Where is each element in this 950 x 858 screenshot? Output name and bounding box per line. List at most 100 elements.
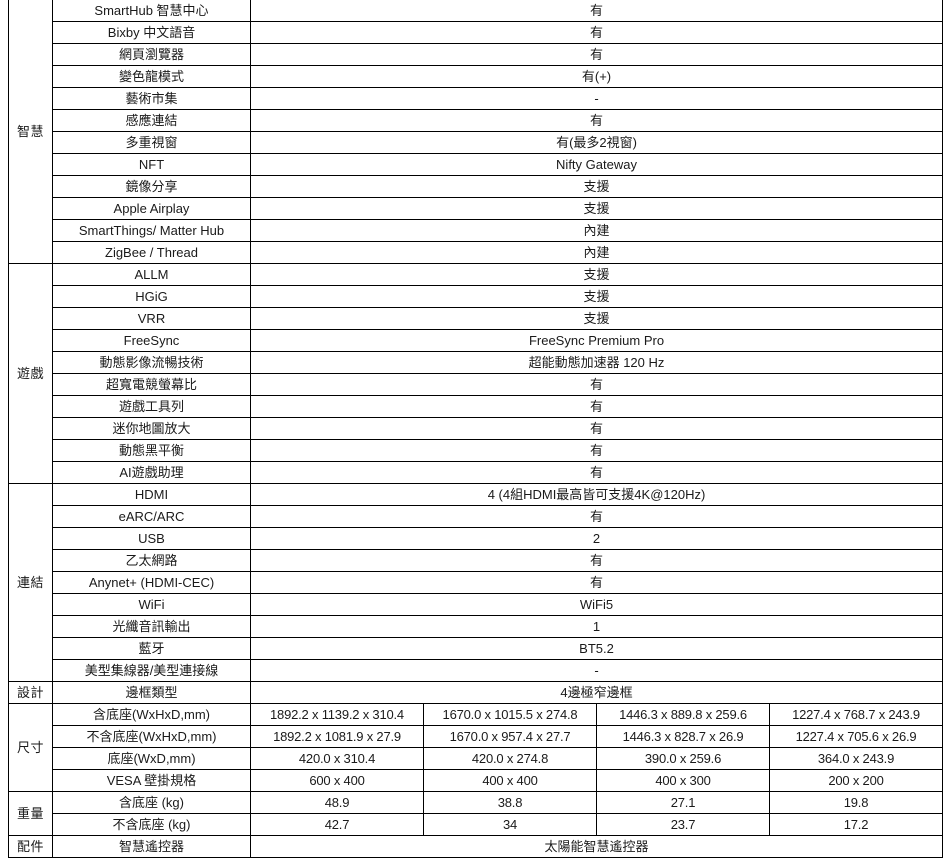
spec-value-merged: 2	[249, 527, 944, 550]
section-label: 重量	[8, 791, 53, 836]
table-row: 美型集線器/美型連接線 -	[9, 659, 944, 682]
feature-label: 底座(WxD,mm)	[52, 747, 251, 770]
feature-label: HDMI	[52, 483, 251, 506]
table-row: 動態黑平衡有	[9, 439, 944, 462]
table-row: 藝術市集 -	[9, 87, 944, 110]
feature-label: VRR	[52, 307, 251, 330]
spec-value-merged: 有(+)	[249, 65, 944, 88]
spec-value-merged: 太陽能智慧遙控器	[249, 835, 944, 858]
table-row: 多重視窗 有(最多2視窗)	[9, 131, 944, 154]
feature-label: 含底座(WxHxD,mm)	[52, 703, 251, 726]
section-label: 設計	[8, 681, 53, 704]
table-row: 尺寸 含底座(WxHxD,mm) 1892.2 x 1139.2 x 310.4 16…	[8, 703, 944, 792]
table-row: 不含底座 (kg) 42.7 34 23.7 17.2	[9, 813, 944, 836]
feature-label: 動態影像流暢技術	[52, 351, 251, 374]
spec-value-merged: -	[249, 659, 944, 682]
spec-value: 200 x 200	[768, 769, 944, 792]
spec-value-merged: 有	[249, 373, 944, 396]
spec-value-merged: 有	[249, 43, 944, 66]
table-row: 遊戲 ALLM 支援	[8, 263, 944, 484]
spec-value-merged: 有	[249, 417, 944, 440]
table-row: 藍牙 BT5.2	[9, 637, 944, 660]
spec-value-merged: -	[249, 87, 944, 110]
spec-value-merged: Nifty Gateway	[249, 153, 944, 176]
feature-label: HGiG	[52, 285, 251, 308]
feature-label: 藝術市集	[52, 87, 251, 110]
feature-label: ALLM	[52, 263, 251, 286]
spec-value: 1446.3 x 889.8 x 259.6	[596, 703, 770, 726]
table-row: 配件 智慧遙控器 太陽能智慧遙控器	[8, 835, 944, 858]
feature-label: USB	[52, 527, 251, 550]
feature-label: 網頁瀏覽器	[52, 43, 251, 66]
spec-value-merged: 支援	[249, 307, 944, 330]
table-row: 遊戲工具列有	[9, 395, 944, 418]
table-row: FreeSync FreeSync Premium Pro	[9, 329, 944, 352]
feature-label: 美型集線器/美型連接線	[52, 659, 251, 682]
feature-label: 超寬電競螢幕比	[52, 373, 251, 396]
feature-label: AI遊戲助理	[52, 461, 251, 484]
table-row: 不含底座(WxHxD,mm) 1892.2 x 1081.9 x 27.9 1670…	[9, 725, 944, 748]
spec-value: 48.9	[250, 791, 424, 814]
feature-label: NFT	[52, 153, 251, 176]
spec-value: 1892.2 x 1139.2 x 310.4	[250, 703, 424, 726]
spec-value-merged: 有	[249, 395, 944, 418]
table-row: 鏡像分享 支援	[9, 175, 944, 198]
table-row: NFT Nifty Gateway	[9, 153, 944, 176]
spec-value-merged: 內建	[249, 219, 944, 242]
feature-label: 含底座 (kg)	[52, 791, 251, 814]
table-row: 連結 HDMI 4 (4組HDMI最高皆可支援4K@120Hz)	[8, 483, 944, 682]
feature-label: ZigBee / Thread	[52, 241, 251, 264]
table-row: 迷你地圖放大有	[9, 417, 944, 440]
feature-label: 不含底座(WxHxD,mm)	[52, 725, 251, 748]
tv-specification-table: 智慧 SmartHub 智慧中心有 Bixby 中文語音有網頁瀏覽器有變色龍模式 有(…	[8, 0, 944, 858]
spec-value: 420.0 x 310.4	[250, 747, 424, 770]
spec-value-merged: 有	[249, 505, 944, 528]
section-label: 遊戲	[8, 263, 53, 484]
section-label: 連結	[8, 483, 53, 682]
table-row: 動態影像流暢技術 超能動態加速器 120 Hz	[9, 351, 944, 374]
feature-label: 動態黑平衡	[52, 439, 251, 462]
feature-label: Bixby 中文語音	[52, 21, 251, 44]
spec-value: 19.8	[768, 791, 944, 814]
feature-label: 鏡像分享	[52, 175, 251, 198]
table-row: eARC/ARC 有	[9, 505, 944, 528]
table-row: SmartThings/ Matter Hub 內建	[9, 219, 944, 242]
feature-label: 不含底座 (kg)	[52, 813, 251, 836]
section-label: 智慧	[8, 0, 53, 264]
feature-label: 邊框類型	[52, 681, 251, 704]
spec-value: 400 x 300	[596, 769, 770, 792]
table-row: USB 2	[9, 527, 944, 550]
spec-value: 420.0 x 274.8	[423, 747, 597, 770]
table-row: 超寬電競螢幕比有	[9, 373, 944, 396]
spec-value-merged: 支援	[249, 285, 944, 308]
spec-value: 42.7	[250, 813, 424, 836]
spec-value: 23.7	[596, 813, 770, 836]
spec-value: 400 x 400	[423, 769, 597, 792]
section-label: 配件	[8, 835, 53, 858]
spec-value: 17.2	[768, 813, 944, 836]
spec-value: 38.8	[423, 791, 597, 814]
spec-value: 1670.0 x 1015.5 x 274.8	[423, 703, 597, 726]
table-row: 乙太網路有	[9, 549, 944, 572]
feature-label: 藍牙	[52, 637, 251, 660]
table-row: Apple Airplay 支援	[9, 197, 944, 220]
table-row: HGiG 支援	[9, 285, 944, 308]
spec-table-container: 智慧 SmartHub 智慧中心有 Bixby 中文語音有網頁瀏覽器有變色龍模式 有(…	[8, 0, 944, 858]
feature-label: SmartHub 智慧中心	[52, 0, 251, 22]
spec-value-merged: 有	[249, 21, 944, 44]
spec-value-merged: 有	[249, 109, 944, 132]
feature-label: SmartThings/ Matter Hub	[52, 219, 251, 242]
table-row: AI遊戲助理有	[9, 461, 944, 484]
spec-value-merged: 有	[249, 0, 944, 22]
table-row: ZigBee / Thread 內建	[9, 241, 944, 264]
spec-value-merged: WiFi5	[249, 593, 944, 616]
feature-label: VESA 壁掛規格	[52, 769, 251, 792]
spec-value: 1227.4 x 768.7 x 243.9	[768, 703, 944, 726]
feature-label: Anynet+ (HDMI-CEC)	[52, 571, 251, 594]
feature-label: 變色龍模式	[52, 65, 251, 88]
table-row: WiFi WiFi5	[9, 593, 944, 616]
spec-value: 1446.3 x 828.7 x 26.9	[596, 725, 770, 748]
spec-value-merged: 內建	[249, 241, 944, 264]
spec-value: 364.0 x 243.9	[768, 747, 944, 770]
spec-value-merged: 有	[249, 439, 944, 462]
